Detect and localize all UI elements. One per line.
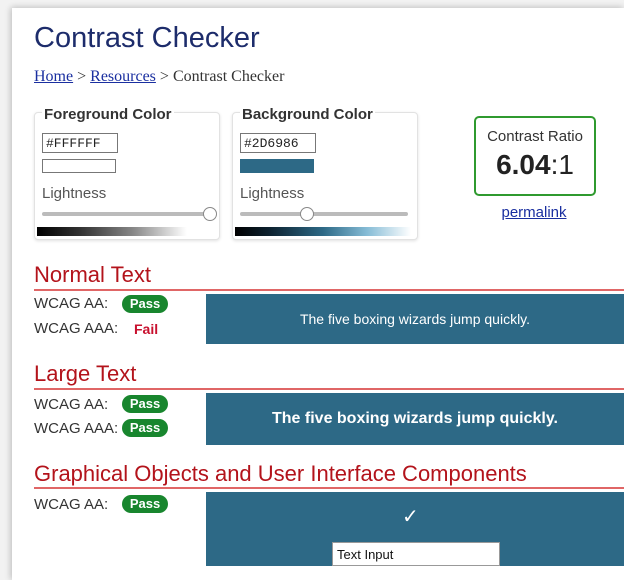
normal-aaa-fail-text: Fail	[134, 321, 159, 337]
foreground-color-panel: Foreground Color Lightness	[34, 106, 220, 240]
contrast-ratio-number: 6.04	[496, 149, 551, 180]
large-text-sample: The five boxing wizards jump quickly.	[272, 410, 558, 427]
breadcrumb-home-link[interactable]: Home	[34, 68, 73, 85]
large-text-heading: Large Text	[34, 361, 137, 386]
normal-text-preview: The five boxing wizards jump quickly.	[206, 294, 624, 344]
breadcrumb-separator: >	[155, 68, 173, 85]
normal-aa-label: WCAG AA:	[34, 295, 109, 312]
contrast-ratio-value: 6.04:1	[476, 149, 594, 181]
normal-aaa-label: WCAG AAA:	[34, 320, 119, 337]
normal-aa-pass-badge: Pass	[122, 295, 168, 313]
background-color-panel: Background Color Lightness	[232, 106, 418, 240]
contrast-ratio-box: Contrast Ratio 6.04:1	[474, 116, 596, 196]
foreground-color-title: Foreground Color	[42, 106, 174, 123]
graphical-objects-divider	[34, 487, 624, 489]
breadcrumb-separator: >	[73, 68, 91, 85]
background-lightness-slider[interactable]	[240, 207, 408, 221]
background-lightness-label: Lightness	[240, 185, 305, 202]
graphical-objects-heading: Graphical Objects and User Interface Com…	[34, 461, 527, 486]
large-aaa-pass-badge: Pass	[122, 419, 168, 437]
permalink-link[interactable]: permalink	[474, 204, 594, 221]
foreground-lightness-slider[interactable]	[42, 207, 217, 221]
checkmark-icon: ✓	[402, 506, 419, 528]
background-swatch	[240, 159, 314, 173]
background-color-title: Background Color	[240, 106, 375, 123]
foreground-swatch	[42, 159, 116, 173]
breadcrumb-current: Contrast Checker	[172, 68, 285, 85]
graphical-aa-label: WCAG AA:	[34, 496, 109, 513]
breadcrumb: Home > Resources > Contrast Checker	[34, 68, 284, 86]
large-aa-label: WCAG AA:	[34, 396, 109, 413]
large-text-divider	[34, 388, 624, 390]
large-aaa-label: WCAG AAA:	[34, 420, 119, 437]
normal-text-sample: The five boxing wizards jump quickly.	[299, 311, 531, 327]
breadcrumb-resources-link[interactable]: Resources	[90, 68, 156, 85]
sample-text-input[interactable]	[332, 542, 500, 566]
contrast-ratio-label: Contrast Ratio	[487, 128, 583, 145]
foreground-lightness-thumb[interactable]	[203, 207, 217, 221]
foreground-lightness-label: Lightness	[42, 185, 107, 202]
foreground-hex-input[interactable]	[42, 133, 118, 153]
graphical-objects-preview: ✓	[206, 492, 624, 566]
contrast-ratio-suffix: :1	[550, 149, 574, 180]
background-lightness-thumb[interactable]	[300, 207, 315, 221]
background-lightness-gradient	[235, 227, 411, 236]
foreground-lightness-gradient	[37, 227, 213, 236]
large-aa-pass-badge: Pass	[122, 395, 168, 413]
large-text-preview: The five boxing wizards jump quickly.	[206, 393, 624, 445]
normal-text-heading: Normal Text	[34, 262, 151, 287]
normal-text-divider	[34, 289, 624, 291]
graphical-aa-pass-badge: Pass	[122, 495, 168, 513]
page-title: Contrast Checker	[34, 22, 260, 54]
background-hex-input[interactable]	[240, 133, 316, 153]
page-card: Contrast Checker Home > Resources > Cont…	[12, 8, 624, 580]
